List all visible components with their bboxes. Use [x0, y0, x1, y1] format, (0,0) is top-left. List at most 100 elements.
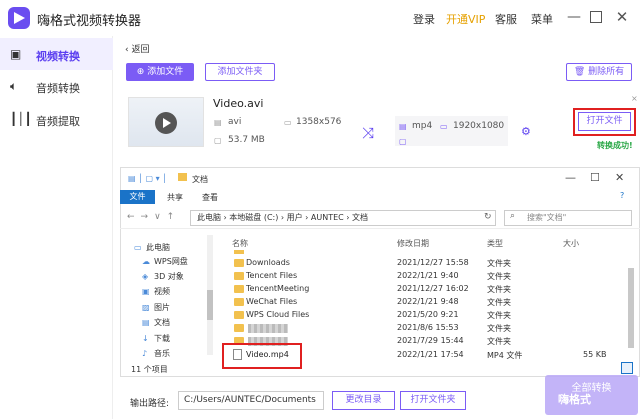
nav-item-music[interactable]: ♪ 音乐 — [142, 348, 170, 359]
scroll-thumb[interactable] — [207, 290, 213, 320]
download-icon: ↓ — [142, 334, 149, 343]
video-file-icon — [233, 349, 242, 360]
shuffle-icon: ⤨ — [362, 124, 375, 142]
format-icon: ▤ — [399, 122, 407, 131]
change-directory-button[interactable]: 更改目录 — [332, 391, 395, 410]
document-icon: ▤ — [142, 318, 150, 327]
add-folder-button[interactable]: 添加文件夹 — [205, 63, 275, 81]
music-icon: ♪ — [142, 349, 148, 358]
nav-arrows[interactable]: ←→∨↑ — [127, 212, 180, 222]
column-name[interactable]: 名称 — [232, 238, 248, 249]
login-link[interactable]: 登录 — [413, 11, 435, 27]
nav-item-3d[interactable]: ◈ 3D 对象 — [142, 271, 184, 282]
video-convert-icon: ▣ — [10, 47, 22, 61]
cube-icon: ◈ — [142, 272, 149, 281]
sidebar-item-label: 音频提取 — [36, 115, 80, 128]
add-file-button[interactable]: ⊕ 添加文件 — [126, 63, 194, 81]
explorer-minimize-icon[interactable]: — — [565, 171, 576, 184]
sidebar-item-audio-extract[interactable]: ┃│┃ 音频提取 — [0, 103, 113, 135]
search-input[interactable]: 搜索"文档" — [504, 210, 632, 226]
picture-icon: ▨ — [142, 303, 150, 312]
column-modified[interactable]: 修改日期 — [397, 238, 429, 249]
status-badge: 转换成功! — [597, 141, 633, 150]
watermark: 嗨格式 — [558, 393, 591, 406]
folder-icon — [234, 311, 244, 319]
cloud-icon: ☁︎ — [142, 257, 150, 266]
nav-item-documents[interactable]: ▤ 文档 — [142, 317, 170, 328]
column-type[interactable]: 类型 — [487, 238, 503, 249]
app-title: 嗨格式视频转换器 — [37, 14, 142, 29]
nav-item-pictures[interactable]: ▨ 图片 — [142, 302, 170, 313]
video-file-size: 55 KB — [583, 350, 607, 359]
size-icon: ▢ — [214, 136, 222, 145]
details-view-icon[interactable] — [621, 362, 633, 374]
table-row[interactable]: WPS Cloud Files 2021/5/20 9:21 文件夹 — [222, 310, 628, 323]
blurred-name — [248, 324, 288, 333]
source-format: avi — [228, 117, 242, 127]
format-icon: ▤ — [214, 118, 222, 127]
folder-icon — [234, 272, 244, 280]
output-path-field[interactable]: C:/Users/AUNTEC/Documents — [178, 391, 324, 410]
sidebar-item-audio-convert[interactable]: 🔈︎ 音频转换 — [0, 70, 113, 102]
address-bar[interactable]: 此电脑 › 本地磁盘 (C:) › 用户 › AUNTEC › 文档 — [190, 210, 496, 226]
menu-link[interactable]: 菜单 — [531, 11, 553, 27]
gear-icon[interactable]: ⚙ — [521, 125, 531, 138]
trash-icon: 🗑︎ — [573, 67, 589, 77]
refresh-icon[interactable]: ↻ — [484, 212, 492, 222]
sidebar-item-video-convert[interactable]: ▣ 视频转换 — [0, 38, 113, 70]
service-link[interactable]: 客服 — [495, 11, 517, 27]
maximize-icon[interactable] — [590, 11, 602, 23]
table-row[interactable]: 2021/8/6 15:53 文件夹 — [222, 323, 628, 336]
nav-scrollbar[interactable] — [207, 235, 213, 355]
nav-item-downloads[interactable]: ↓ 下载 — [142, 333, 170, 344]
ribbon-tab-view[interactable]: 查看 — [202, 192, 218, 203]
video-thumbnail — [128, 97, 204, 147]
size-icon: ▢ — [399, 137, 407, 146]
open-file-button[interactable]: 打开文件 — [578, 112, 631, 131]
list-scrollbar[interactable] — [628, 268, 634, 348]
back-link[interactable]: ‹ 返回 — [125, 42, 149, 55]
help-icon[interactable]: ? — [620, 191, 624, 200]
open-folder-button[interactable]: 打开文件夹 — [400, 391, 466, 410]
folder-icon — [234, 324, 244, 332]
vip-link[interactable]: 开通VIP — [446, 11, 485, 27]
minimize-icon[interactable]: — — [566, 9, 582, 25]
ribbon-tab-file[interactable]: 文件 — [120, 190, 155, 204]
sidebar-item-label: 音频转换 — [36, 82, 80, 95]
delete-all-button[interactable]: 🗑︎ 删除所有 — [566, 63, 632, 81]
ribbon-tab-share[interactable]: 共享 — [167, 192, 183, 203]
remove-file-icon[interactable]: × — [631, 94, 638, 103]
video-icon: ▣ — [142, 287, 150, 296]
sidebar-item-label: 视频转换 — [36, 50, 80, 63]
explorer-close-icon[interactable]: ✕ — [615, 171, 624, 184]
play-icon[interactable] — [155, 112, 177, 134]
computer-icon: ▭ — [134, 243, 142, 252]
output-resolution: 1920x1080 — [453, 121, 505, 131]
video-file-name[interactable]: Video.mp4 — [246, 350, 289, 359]
folder-icon — [234, 285, 244, 293]
explorer-maximize-icon[interactable]: ☐ — [590, 171, 600, 184]
table-row[interactable]: TencentMeeting 2021/12/27 16:02 文件夹 — [222, 284, 628, 297]
source-file-name: Video.avi — [213, 97, 264, 110]
folder-icon — [234, 298, 244, 306]
close-icon[interactable]: ✕ — [614, 9, 630, 25]
table-row[interactable]: WeChat Files 2022/1/21 9:48 文件夹 — [222, 297, 628, 310]
nav-item-video[interactable]: ▣ 视频 — [142, 286, 170, 297]
waveform-icon: ┃│┃ — [10, 112, 32, 126]
resolution-icon: ▭ — [440, 122, 448, 131]
table-row[interactable]: Downloads 2021/12/27 15:58 文件夹 — [222, 258, 628, 271]
output-format: mp4 — [412, 121, 433, 131]
nav-item-wps[interactable]: ☁︎ WPS网盘 — [142, 256, 188, 267]
resolution-icon: ▭ — [284, 118, 292, 127]
video-file-type: MP4 文件 — [487, 351, 523, 360]
table-row[interactable]: Tencent Files 2022/1/21 9:40 文件夹 — [222, 271, 628, 284]
nav-item-this-pc[interactable]: ▭ 此电脑 — [134, 242, 170, 253]
column-size[interactable]: 大小 — [563, 238, 579, 249]
folder-icon — [178, 173, 187, 181]
source-resolution: 1358x576 — [296, 117, 342, 127]
app-logo-icon — [8, 7, 30, 29]
source-size: 53.7 MB — [228, 135, 265, 145]
partial-row — [222, 250, 628, 254]
output-path-label: 输出路径: — [130, 399, 170, 409]
explorer-title: 文档 — [192, 175, 208, 184]
